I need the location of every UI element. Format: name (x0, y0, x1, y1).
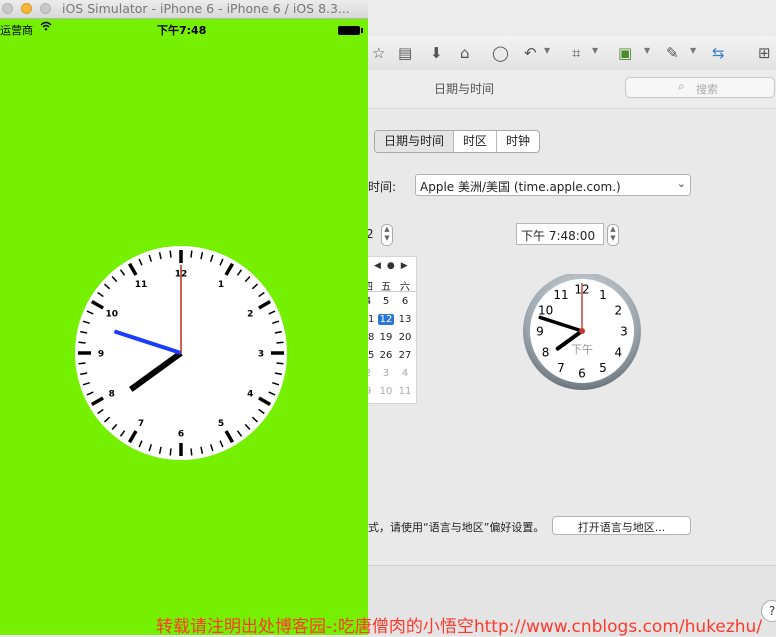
clock-number: 5 (599, 361, 607, 375)
minute-tick (169, 448, 172, 456)
calendar-day[interactable]: 5 (378, 296, 394, 307)
calendar-day[interactable]: 3 (378, 368, 394, 379)
clock-number: 9 (536, 325, 544, 339)
time-server-select[interactable]: Apple 美洲/美国 (time.apple.com.) ⌄ (415, 174, 691, 196)
clock-number: 6 (578, 367, 586, 381)
chevron-down-icon[interactable]: ▼ (690, 46, 696, 55)
weekday-label: 五 (381, 282, 391, 293)
comment-icon[interactable]: ◯ (492, 44, 509, 62)
clock-number: 10 (105, 310, 118, 320)
tab-date-time[interactable]: 日期与时间 (375, 131, 454, 152)
tab-clock[interactable]: 时钟 (496, 131, 539, 152)
status-time: 下午7:48 (157, 24, 207, 37)
simulator-titlebar: iOS Simulator - iPhone 6 - iPhone 6 / iO… (0, 0, 368, 19)
iphone-screen: 运营商 下午7:48 121234567891011 (0, 19, 368, 635)
chevron-down-icon[interactable]: ▼ (544, 46, 550, 55)
calendar-nav[interactable]: ◀●▶ (374, 261, 414, 271)
weekday-label: 六 (400, 282, 410, 293)
clock-number: 7 (138, 419, 144, 429)
minute-tick (78, 362, 86, 365)
clock-number: 8 (542, 346, 550, 360)
calendar-day[interactable]: 20 (397, 332, 413, 343)
clock-period: 下午 (571, 343, 593, 356)
clock-number: 6 (178, 430, 184, 440)
calendar-day[interactable]: 26 (378, 350, 394, 361)
carrier-label: 运营商 (0, 24, 33, 37)
minute-tick (276, 341, 284, 344)
tab-bar: 日期与时间 时区 时钟 (374, 130, 541, 153)
minimize-button[interactable] (21, 3, 32, 14)
save-icon[interactable]: ▣ (618, 44, 632, 62)
calendar-day[interactable]: 4 (397, 368, 413, 379)
clock-number: 4 (615, 346, 623, 360)
calendar-day[interactable]: 10 (378, 386, 394, 397)
clock-number: 7 (557, 361, 565, 375)
calendar-day[interactable]: 12 (378, 314, 394, 325)
search-icon: ⌕ (678, 79, 685, 93)
clock-number: 11 (135, 280, 148, 290)
time-field[interactable]: 下午 7:48:00 (516, 223, 604, 245)
clock-number: 2 (615, 304, 623, 318)
simulator-title: iOS Simulator - iPhone 6 - iPhone 6 / iO… (62, 1, 350, 16)
clock-number: 9 (98, 350, 104, 360)
clock-number: 1 (218, 280, 224, 290)
tab-time-zone[interactable]: 时区 (453, 131, 496, 152)
star-icon[interactable]: ☆ (372, 44, 385, 62)
help-button[interactable]: ? (761, 600, 776, 622)
clock-number: 5 (218, 419, 224, 429)
search-field[interactable]: ⌕ 搜索 (625, 77, 775, 98)
clock-number: 10 (538, 304, 553, 318)
open-language-region-button[interactable]: 打开语言与地区... (552, 516, 691, 535)
chevron-down-icon: ⌄ (676, 177, 686, 190)
chevron-down-icon[interactable]: ▼ (644, 46, 650, 55)
home-icon[interactable]: ⌂ (460, 44, 470, 62)
minute-tick (190, 250, 193, 258)
translate-icon[interactable]: ⇆ (712, 44, 725, 62)
calendar: ◀●▶ 四 五 六 45611121318192025262723491011 (362, 256, 417, 404)
wifi-icon (40, 21, 52, 34)
minute-tick (169, 250, 172, 258)
date-stepper[interactable]: ▲ ▼ (381, 224, 393, 246)
calendar-day[interactable]: 27 (397, 350, 413, 361)
close-button[interactable] (2, 3, 13, 14)
search-placeholder: 搜索 (696, 83, 718, 96)
window-title: 日期与时间 (434, 82, 495, 96)
time-stepper[interactable]: ▲ ▼ (607, 224, 619, 246)
calendar-header: 四 五 六 (363, 277, 416, 293)
reading-list-icon[interactable]: ▤ (398, 44, 412, 62)
calendar-day[interactable]: 13 (397, 314, 413, 325)
date-field[interactable]: 2 (366, 223, 380, 249)
minute-tick (276, 362, 284, 365)
minute-tick (190, 448, 193, 456)
battery-icon (338, 26, 363, 35)
analog-clock-preview: 12 1234567891011 下午 (523, 274, 641, 390)
browser-toolbar: ☆ ▤ ⬇ ⌂ ◯ ↶ ▼ ⌗ ▼ ▣ ▼ ✎ ▼ ⇆ ⊞ (368, 36, 776, 71)
time-server-value: Apple 美洲/美国 (time.apple.com.) (420, 180, 621, 194)
clock-number: 3 (258, 350, 264, 360)
language-region-note: 式，请使用“语言与地区”偏好设置。 (368, 521, 545, 534)
clock-number: 4 (247, 390, 253, 400)
chevron-down-icon[interactable]: ▼ (592, 46, 598, 55)
crop-icon[interactable]: ⌗ (572, 44, 580, 62)
calendar-day[interactable]: 6 (397, 296, 413, 307)
clock-center-pin (579, 328, 585, 334)
clock-number: 2 (247, 310, 253, 320)
clock-number: 11 (553, 288, 568, 302)
clock-number: 3 (620, 325, 628, 339)
clock-number: 1 (599, 288, 607, 302)
clock-number: 8 (109, 390, 115, 400)
undo-icon[interactable]: ↶ (524, 44, 537, 62)
analog-clock: 121234567891011 (75, 246, 287, 460)
calendar-day[interactable]: 11 (397, 386, 413, 397)
zoom-button[interactable] (40, 3, 51, 14)
time-server-label: 时间: (368, 180, 397, 194)
minute-tick (78, 341, 86, 344)
status-bar: 运营商 下午7:48 (0, 19, 368, 39)
watermark-text: 转载请注明出处博客园-:吃唐僧肉的小悟空http://www.cnblogs.c… (156, 617, 763, 637)
tools-icon[interactable]: ✎ (666, 44, 679, 62)
grid-icon[interactable]: ⊞ (758, 44, 771, 62)
calendar-day[interactable]: 19 (378, 332, 394, 343)
download-icon[interactable]: ⬇ (430, 44, 443, 62)
